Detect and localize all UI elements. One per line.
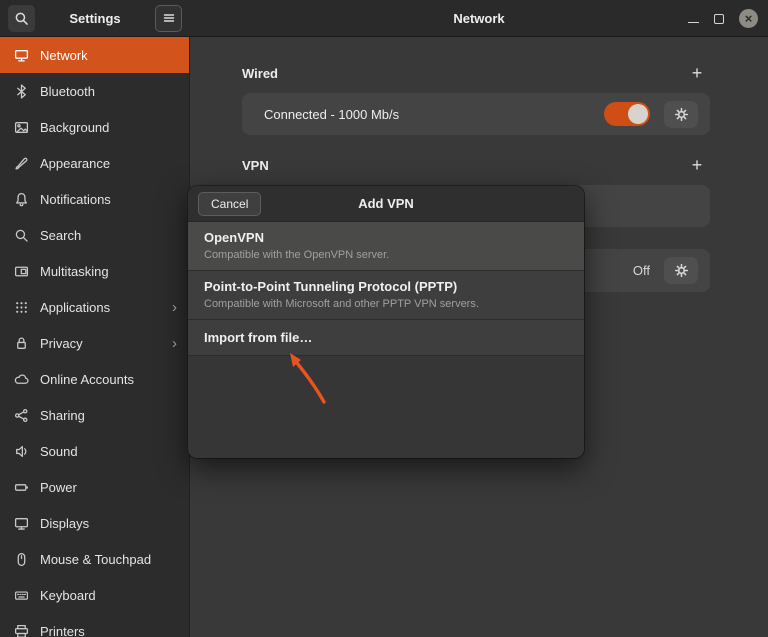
sidebar-item-search[interactable]: Search [0,217,189,253]
maximize-icon [714,14,724,24]
search-icon [14,11,29,26]
sidebar-item-sound[interactable]: Sound [0,433,189,469]
proxy-settings-button[interactable] [664,257,698,284]
toggle-knob [628,104,648,124]
network-icon [13,47,29,63]
sidebar-item-notifications[interactable]: Notifications [0,181,189,217]
wired-toggle[interactable] [604,102,650,126]
sidebar-item-applications[interactable]: Applications › [0,289,189,325]
sidebar-item-label: Search [40,228,81,243]
sidebar-item-label: Printers [40,624,85,637]
vpn-section-header: VPN + [242,157,710,173]
wired-connection-label: Connected - 1000 Mb/s [264,107,604,122]
chevron-right-icon: › [172,299,177,316]
bell-icon [13,191,29,207]
headerbar: Settings Network × [0,0,768,37]
sidebar-item-power[interactable]: Power [0,469,189,505]
sidebar-item-label: Sharing [40,408,85,423]
hamburger-icon [162,11,176,25]
headerbar-left: Settings [0,0,190,36]
proxy-status: Off [633,263,650,278]
sidebar-item-sharing[interactable]: Sharing [0,397,189,433]
sidebar-item-label: Privacy [40,336,83,351]
option-title: Import from file… [204,330,568,345]
app-title: Settings [35,11,155,26]
maximize-button[interactable] [714,14,724,24]
sidebar-item-online-accounts[interactable]: Online Accounts [0,361,189,397]
wired-section-header: Wired + [242,65,710,81]
multitasking-icon [13,263,29,279]
sidebar-item-label: Network [40,48,88,63]
sidebar-item-label: Online Accounts [40,372,134,387]
sidebar-item-network[interactable]: Network [0,37,189,73]
add-wired-button[interactable]: + [684,61,710,85]
sidebar-item-keyboard[interactable]: Keyboard [0,577,189,613]
sidebar-item-bluetooth[interactable]: Bluetooth [0,73,189,109]
gear-icon [674,107,689,122]
sidebar-item-label: Mouse & Touchpad [40,552,151,567]
vpn-option-import-from-file[interactable]: Import from file… [188,320,584,356]
dialog-header: Cancel Add VPN [188,186,584,222]
background-icon [13,119,29,135]
settings-window: Settings Network × Network [0,0,768,637]
minimize-icon [688,22,699,24]
battery-icon [13,479,29,495]
cancel-button[interactable]: Cancel [198,192,261,216]
menu-button[interactable] [155,5,182,32]
sidebar-item-label: Background [40,120,109,135]
sidebar-item-label: Multitasking [40,264,109,279]
wired-section-title: Wired [242,66,278,81]
gear-icon [674,263,689,278]
monitor-icon [13,515,29,531]
wired-card: Connected - 1000 Mb/s [242,93,710,135]
app-grid-icon [13,299,29,315]
option-subtitle: Compatible with Microsoft and other PPTP… [204,298,568,310]
close-button[interactable]: × [739,9,758,28]
keyboard-icon [13,587,29,603]
appearance-icon [13,155,29,171]
option-subtitle: Compatible with the OpenVPN server. [204,249,568,261]
minimize-button[interactable] [688,14,699,24]
sidebar-item-appearance[interactable]: Appearance [0,145,189,181]
sidebar-item-displays[interactable]: Displays [0,505,189,541]
sidebar-item-label: Notifications [40,192,111,207]
sidebar-item-privacy[interactable]: Privacy › [0,325,189,361]
share-icon [13,407,29,423]
bluetooth-icon [13,83,29,99]
search-button[interactable] [8,5,35,32]
option-title: OpenVPN [204,230,568,245]
chevron-right-icon: › [172,335,177,352]
sidebar-item-printers[interactable]: Printers [0,613,189,637]
window-controls: × [688,0,758,37]
sidebar-item-label: Bluetooth [40,84,95,99]
printer-icon [13,623,29,637]
add-vpn-button[interactable]: + [684,153,710,177]
sidebar-item-label: Appearance [40,156,110,171]
sidebar-item-background[interactable]: Background [0,109,189,145]
search-icon [13,227,29,243]
sidebar-item-label: Applications [40,300,110,315]
add-vpn-dialog: Cancel Add VPN OpenVPN Compatible with t… [188,186,584,458]
sidebar-item-mouse-touchpad[interactable]: Mouse & Touchpad [0,541,189,577]
cloud-icon [13,371,29,387]
lock-icon [13,335,29,351]
wired-settings-button[interactable] [664,101,698,128]
sidebar-item-multitasking[interactable]: Multitasking [0,253,189,289]
wired-connection-row: Connected - 1000 Mb/s [242,93,710,135]
vpn-option-openvpn[interactable]: OpenVPN Compatible with the OpenVPN serv… [188,222,584,271]
option-title: Point-to-Point Tunneling Protocol (PPTP) [204,279,568,294]
speaker-icon [13,443,29,459]
vpn-section-title: VPN [242,158,269,173]
sidebar-item-label: Keyboard [40,588,96,603]
vpn-option-pptp[interactable]: Point-to-Point Tunneling Protocol (PPTP)… [188,271,584,320]
sidebar-item-label: Displays [40,516,89,531]
sidebar-item-label: Power [40,480,77,495]
mouse-icon [13,551,29,567]
page-title: Network [190,11,768,26]
close-icon: × [745,12,753,25]
sidebar: Network Bluetooth Background [0,37,190,637]
sidebar-item-label: Sound [40,444,78,459]
